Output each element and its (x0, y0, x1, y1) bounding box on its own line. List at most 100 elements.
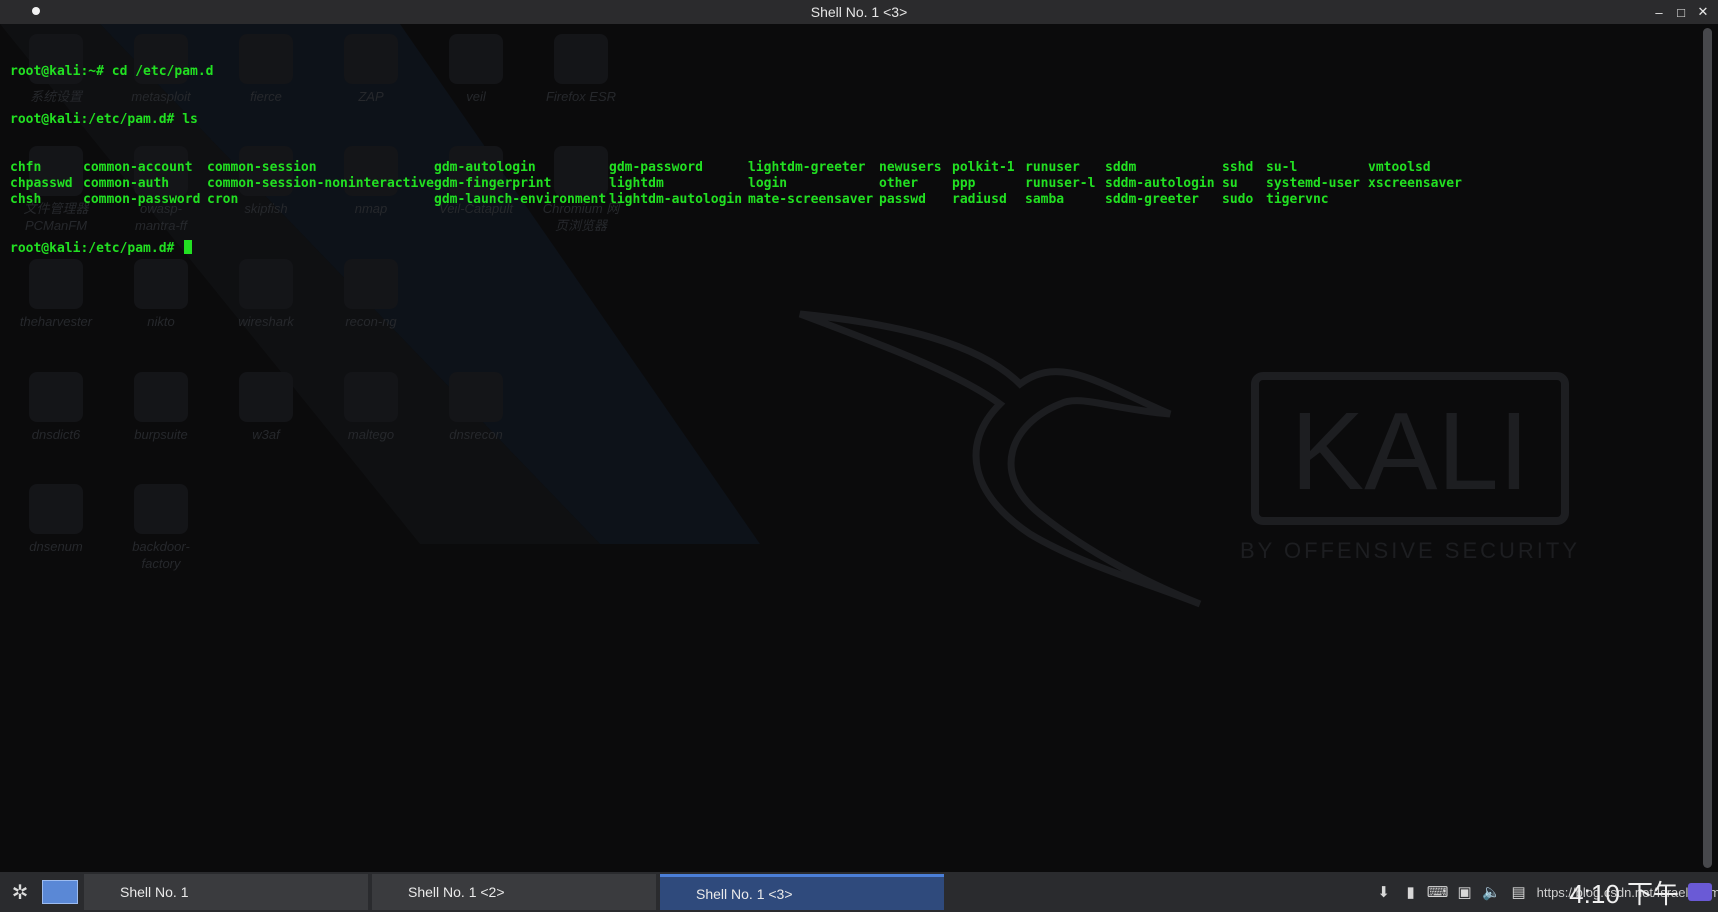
ls-output: chfn chpasswd chsh common-account common-aut… (10, 160, 1468, 208)
ls-column: sddm sddm-autologin sddm-greeter (1105, 160, 1222, 208)
ls-column: common-session common-session-noninteract… (207, 160, 434, 208)
text-cursor (184, 240, 193, 254)
network-icon[interactable]: ▣ (1456, 883, 1474, 901)
ls-column: common-account common-auth common-password (83, 160, 207, 208)
kali-tagline: BY OFFENSIVE SECURITY (1240, 538, 1580, 563)
desktop-icon: backdoor- factory (111, 484, 211, 572)
ls-entry: radiusd (952, 192, 1007, 207)
window-menu-dot-icon[interactable] (32, 7, 40, 15)
workspace-switcher[interactable] (42, 880, 78, 904)
system-tray: ⬇ ▮ ⌨ ▣ 🔈 ▤ https://blog.csdn.net/Israel… (1375, 872, 1718, 912)
desktop-icon-label: burpsuite (134, 427, 188, 442)
app-icon (134, 484, 188, 534)
desktop-icon: dnsenum (6, 484, 106, 555)
desktop-icon: dnsrecon (426, 372, 526, 443)
desktop-icon: maltego (321, 372, 421, 443)
task-label: Shell No. 1 <2> (408, 884, 505, 900)
desktop-icon-label: dnsrecon (449, 427, 503, 442)
download-icon[interactable]: ⬇ (1375, 883, 1393, 901)
keyboard-icon[interactable]: ⌨ (1427, 883, 1449, 901)
maximize-button[interactable]: □ (1674, 5, 1688, 20)
usb-icon[interactable]: ▮ (1402, 883, 1420, 901)
ls-entry: sudo (1222, 192, 1254, 207)
prompt: root@kali:~# (10, 64, 104, 79)
ls-entry: ppp (952, 176, 976, 191)
window-titlebar: Shell No. 1 <3> – □ ✕ (0, 0, 1718, 24)
ls-entry: chsh (10, 192, 42, 207)
terminal-line: root@kali:/etc/pam.d# ls (10, 112, 1468, 128)
ls-column: gdm-autologin gdm-fingerprint gdm-launch-e… (434, 160, 609, 208)
ls-entry: mate-screensaver (748, 192, 874, 207)
command: cd /etc/pam.d (103, 64, 214, 79)
terminal-line: root@kali:~# cd /etc/pam.d (10, 64, 1468, 80)
task-shell-1-3[interactable]: Shell No. 1 <3> (660, 874, 944, 910)
ls-entry: common-account (83, 160, 193, 175)
ls-column: polkit-1 ppp radiusd (952, 160, 1025, 208)
ls-entry: chfn (10, 160, 42, 175)
desktop-icon: dnsdict6 (6, 372, 106, 443)
ls-entry: tigervnc (1266, 192, 1329, 207)
ls-entry: polkit-1 (952, 160, 1015, 175)
app-icon (239, 372, 293, 422)
clock[interactable]: 4:10 下午 (1569, 874, 1679, 911)
ls-entry: systemd-user (1266, 176, 1360, 191)
terminal-window[interactable]: KALI BY OFFENSIVE SECURITY 系统设置 metasploi… (0, 24, 1698, 872)
desktop-icon-label: nikto (147, 314, 175, 329)
desktop-icon-label: dnsdict6 (31, 427, 81, 442)
ls-entry: samba (1025, 192, 1065, 207)
ls-entry: runuser (1025, 160, 1080, 175)
desktop-icon: burpsuite (111, 372, 211, 443)
desktop-icon-label: w3af (252, 427, 280, 442)
task-shell-1-2[interactable]: Shell No. 1 <2> (372, 874, 656, 910)
close-button[interactable]: ✕ (1696, 4, 1710, 19)
desktop-icon-label: wireshark (238, 314, 294, 329)
clipboard-icon[interactable]: ▤ (1510, 883, 1528, 901)
ls-entry: gdm-password (609, 160, 703, 175)
terminal-scrollbar[interactable] (1698, 24, 1718, 872)
ls-entry: runuser-l (1025, 176, 1096, 191)
window-controls: – □ ✕ (1652, 0, 1710, 24)
ls-column: gdm-password lightdm lightdm-autologin (609, 160, 748, 208)
ls-entry: lightdm-greeter (748, 160, 866, 175)
app-icon (344, 372, 398, 422)
desktop-icon-label: recon-ng (345, 314, 397, 329)
ls-column: sshd su sudo (1222, 160, 1266, 208)
start-menu-icon[interactable]: ✲ (0, 872, 40, 912)
app-icon (29, 484, 83, 534)
ls-column: newusers other passwd (879, 160, 952, 208)
window-title: Shell No. 1 <3> (810, 4, 908, 20)
ls-column: lightdm-greeter login mate-screensaver (748, 160, 879, 208)
kali-dragon-icon (798, 310, 1202, 608)
ls-entry: vmtoolsd (1368, 160, 1431, 175)
ls-entry: common-session (207, 160, 317, 175)
app-icon (29, 372, 83, 422)
desktop-icon: w3af (216, 372, 316, 443)
task-label: Shell No. 1 (120, 884, 189, 900)
ls-entry: common-session-noninteractive (207, 176, 434, 191)
scrollbar-thumb[interactable] (1703, 28, 1712, 868)
taskbar: ✲ Shell No. 1 Shell No. 1 <2> Shell No. … (0, 872, 1718, 912)
ls-entry: su (1222, 176, 1238, 191)
app-icon (449, 372, 503, 422)
notification-badge[interactable] (1688, 883, 1712, 901)
ls-column: chfn chpasswd chsh (10, 160, 83, 208)
ls-entry: gdm-fingerprint (434, 176, 552, 191)
minimize-button[interactable]: – (1652, 5, 1666, 20)
ls-entry: sddm-autologin (1105, 176, 1215, 191)
terminal-output: root@kali:~# cd /etc/pam.d root@kali:/et… (10, 32, 1468, 288)
ls-entry: common-auth (83, 176, 170, 191)
volume-icon[interactable]: 🔈 (1482, 883, 1501, 901)
ls-entry (1368, 192, 1468, 208)
desktop-icon-label: theharvester (19, 314, 93, 329)
ls-entry: other (879, 176, 919, 191)
ls-column: su-l systemd-user tigervnc (1266, 160, 1368, 208)
command: ls (174, 112, 198, 127)
ls-entry: lightdm-autologin (609, 192, 743, 207)
ls-entry: passwd (879, 192, 926, 207)
task-shell-1[interactable]: Shell No. 1 (84, 874, 368, 910)
ls-column: vmtoolsd xscreensaver (1368, 160, 1468, 208)
desktop-icon-label: maltego (347, 427, 395, 442)
terminal-line: root@kali:/etc/pam.d# (10, 240, 1468, 256)
ls-entry: sddm (1105, 160, 1137, 175)
ls-entry: newusers (879, 160, 942, 175)
